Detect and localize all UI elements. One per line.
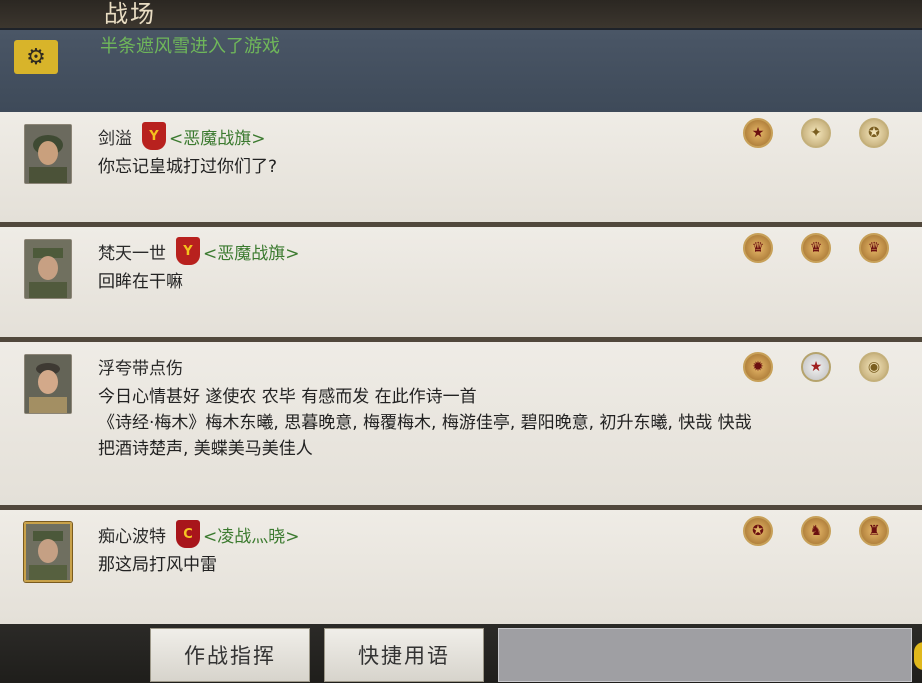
guild-name[interactable]: <恶魔战旗>: [203, 239, 300, 264]
system-notice: ⚙ 半条遮风雪进入了游戏: [0, 28, 922, 112]
guild-name[interactable]: <凌战灬晓>: [203, 522, 300, 547]
avatar[interactable]: [24, 124, 72, 184]
guild-badge-icon: Y: [142, 122, 166, 150]
message-header: 痴心波特 C <凌战灬晓>: [98, 520, 300, 548]
crown-medal-icon: ♛: [859, 233, 889, 263]
message-header: 浮夸带点伤: [98, 352, 183, 380]
system-notice-text: 半条遮风雪进入了游戏: [100, 36, 280, 57]
top-bar: 战场: [0, 0, 922, 28]
chat-message: 剑溢 Y <恶魔战旗> 你忘记皇城打过你们了? ★ ✦ ✪: [0, 112, 922, 227]
tiger-medal-icon: ♞: [801, 516, 831, 546]
message-text: 那这局打风中雷: [98, 555, 217, 575]
officer-portrait: [25, 240, 71, 298]
message-text-line: 今日心情甚好 遂使农 农毕 有感而发 在此作诗一首: [98, 387, 477, 407]
chat-message-list[interactable]: 剑溢 Y <恶魔战旗> 你忘记皇城打过你们了? ★ ✦ ✪ 梵天一世 Y <恶魔…: [0, 112, 922, 624]
channel-title: 战场: [104, 0, 156, 28]
message-text-line: 把酒诗楚声, 美蝶美马美佳人: [98, 439, 313, 459]
ribbon-star-medal-icon: ★: [801, 352, 831, 382]
player-name[interactable]: 梵天一世: [98, 239, 166, 264]
player-name[interactable]: 剑溢: [98, 124, 132, 149]
chat-message: 痴心波特 C <凌战灬晓> 那这局打风中雷 ✪ ♞ ♜: [0, 510, 922, 624]
player-name[interactable]: 痴心波特: [98, 522, 166, 547]
guild-badge-icon: Y: [176, 237, 200, 265]
send-button[interactable]: [914, 642, 922, 670]
shield-medal-icon: ♜: [859, 516, 889, 546]
message-text: 回眸在干嘛: [98, 272, 183, 292]
message-header: 梵天一世 Y <恶魔战旗>: [98, 237, 300, 265]
battle-command-button[interactable]: 作战指挥: [150, 628, 310, 682]
avatar[interactable]: [24, 522, 72, 582]
gear-icon: ⚙: [14, 40, 58, 74]
message-header: 剑溢 Y <恶魔战旗>: [98, 122, 266, 150]
chat-message: 梵天一世 Y <恶魔战旗> 回眸在干嘛 ♛ ♛ ♛: [0, 227, 922, 342]
chat-footer: 作战指挥 快捷用语: [0, 624, 922, 683]
ribbon-medal-icon: ✹: [743, 352, 773, 382]
chat-input[interactable]: [498, 628, 912, 682]
guild-name[interactable]: <恶魔战旗>: [169, 124, 266, 149]
quick-phrases-button[interactable]: 快捷用语: [324, 628, 484, 682]
eagle-gold-medal-icon: ✪: [743, 516, 773, 546]
crown-medal-icon: ♛: [801, 233, 831, 263]
wings-medal-icon: ✦: [801, 118, 831, 148]
message-text-line: 《诗经·梅木》梅木东曦, 思暮晚意, 梅覆梅木, 梅游佳亭, 碧阳晚意, 初升东…: [98, 413, 752, 433]
soldier-portrait: [25, 125, 71, 183]
round-medal-icon: ◉: [859, 352, 889, 382]
crown-medal-icon: ♛: [743, 233, 773, 263]
avatar[interactable]: [24, 239, 72, 299]
message-text: 你忘记皇城打过你们了?: [98, 157, 278, 177]
guild-badge-icon: C: [176, 520, 200, 548]
player-name[interactable]: 浮夸带点伤: [98, 354, 183, 379]
eagle-medal-icon: ✪: [859, 118, 889, 148]
star-medal-icon: ★: [743, 118, 773, 148]
general-portrait: [26, 524, 70, 580]
avatar[interactable]: [24, 354, 72, 414]
chat-message: 浮夸带点伤 今日心情甚好 遂使农 农毕 有感而发 在此作诗一首 《诗经·梅木》梅…: [0, 342, 922, 510]
pilot-portrait: [25, 355, 71, 413]
